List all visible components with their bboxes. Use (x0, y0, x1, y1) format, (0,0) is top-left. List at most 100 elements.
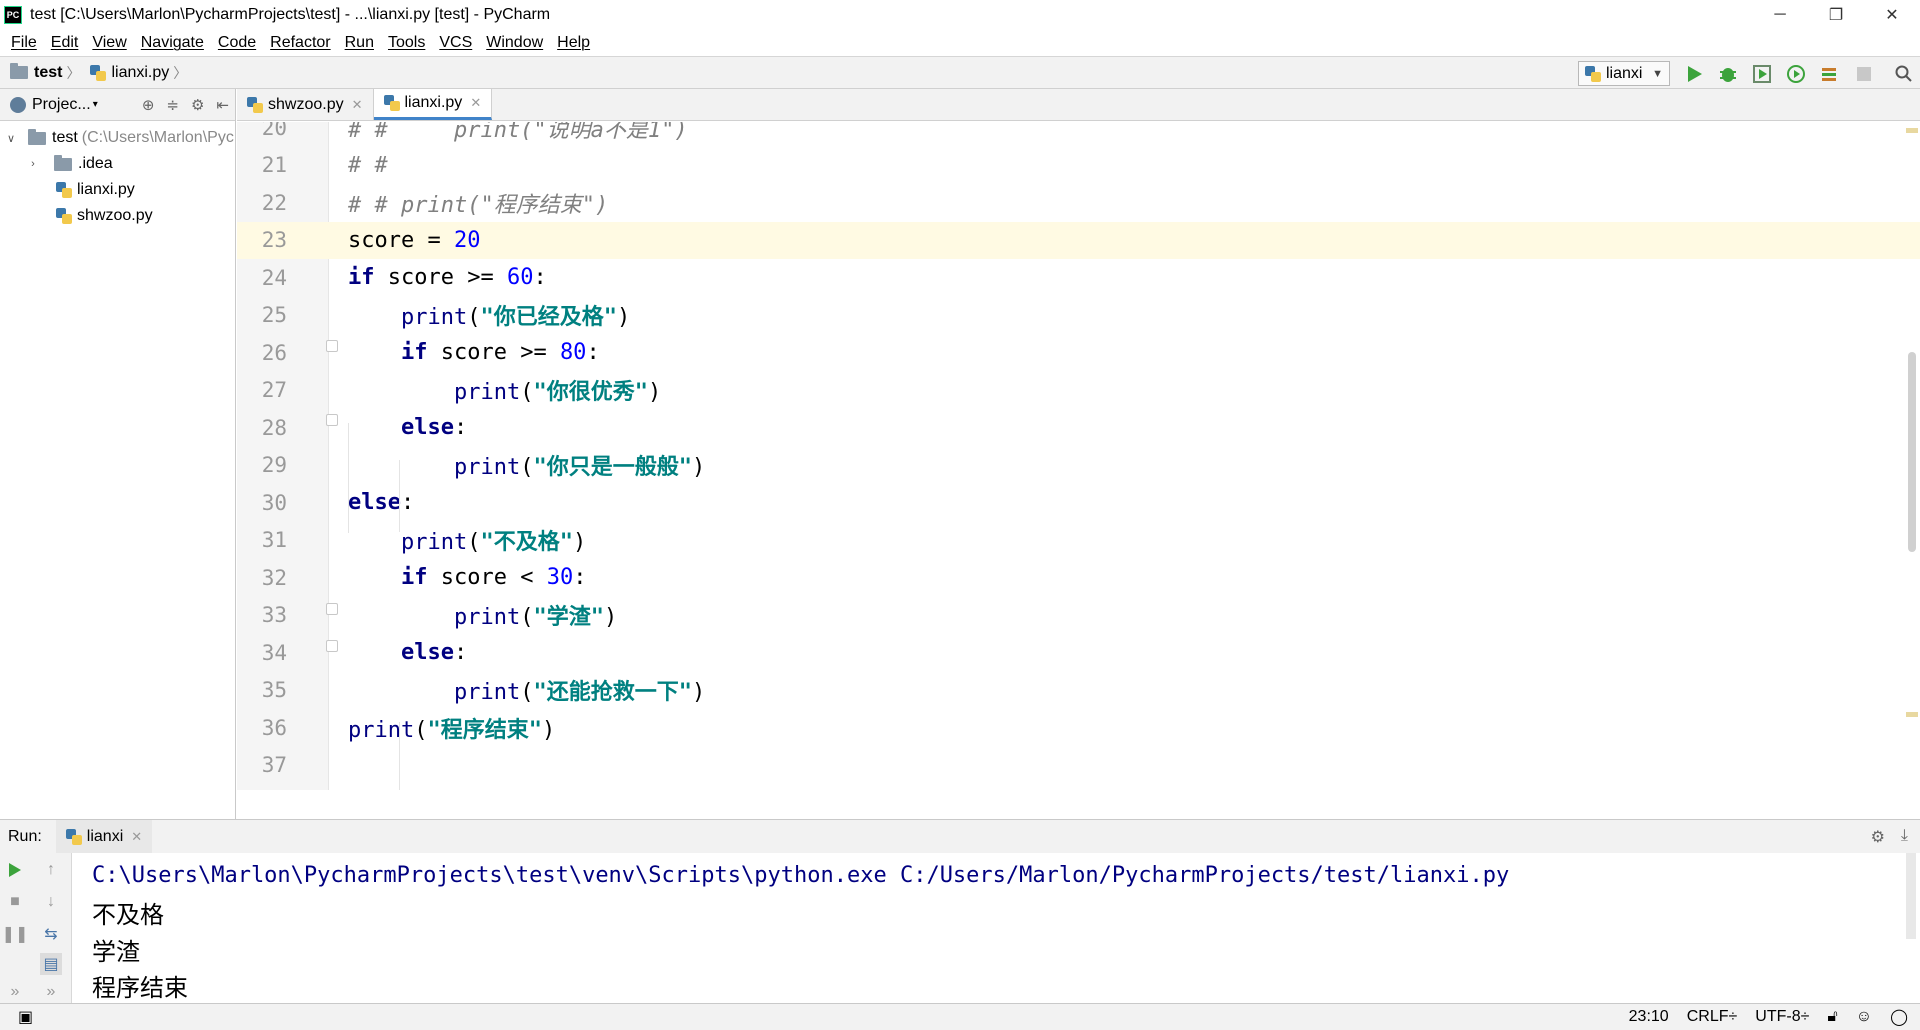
code-line[interactable]: 20 # # print("说明a不是1") (237, 122, 1920, 147)
line-number[interactable]: 36 (237, 716, 293, 740)
code-line[interactable]: 24 if score >= 60: (237, 259, 1920, 297)
line-number[interactable]: 30 (237, 491, 293, 515)
code-line[interactable]: 31 print("不及格") (237, 522, 1920, 560)
menu-edit[interactable]: Edit (44, 34, 86, 52)
fold-marker-icon[interactable] (326, 640, 338, 652)
fold-marker-icon[interactable] (326, 414, 338, 426)
menu-view[interactable]: View (85, 34, 133, 52)
line-number[interactable]: 26 (237, 341, 293, 365)
file-encoding[interactable]: UTF-8÷ (1755, 1008, 1809, 1026)
collapse-all-icon[interactable]: ≑ (166, 96, 179, 114)
line-number[interactable]: 23 (237, 228, 293, 252)
code-line[interactable]: 23 score = 20 (237, 221, 1920, 259)
line-number[interactable]: 32 (237, 566, 293, 590)
restore-button[interactable]: ❐ (1808, 0, 1864, 30)
editor-scrollbar[interactable] (1908, 352, 1916, 552)
menu-window[interactable]: Window (479, 34, 550, 52)
code-line[interactable]: 30 else: (237, 484, 1920, 522)
code-line[interactable]: 26 if score >= 80: (237, 334, 1920, 372)
concurrency-diagram-button[interactable] (1819, 63, 1841, 85)
code-line[interactable]: 35 print("还能抢救一下") (237, 672, 1920, 710)
tree-item-idea[interactable]: › .idea (0, 151, 235, 177)
console-scrollbar[interactable] (1906, 853, 1916, 939)
menu-vcs[interactable]: VCS (432, 34, 479, 52)
run-with-coverage-button[interactable] (1751, 63, 1773, 85)
debug-button[interactable] (1717, 63, 1739, 85)
gear-icon[interactable]: ⚙ (1871, 827, 1885, 847)
line-number[interactable]: 21 (237, 153, 293, 177)
run-button[interactable] (1684, 63, 1706, 85)
line-separator[interactable]: CRLF÷ (1687, 1008, 1738, 1026)
locate-file-icon[interactable]: ⊕ (142, 96, 155, 114)
tab-lianxi[interactable]: lianxi.py ✕ (373, 89, 493, 120)
line-number[interactable]: 28 (237, 416, 293, 440)
code-line[interactable]: 28 else: (237, 409, 1920, 447)
breadcrumb-file[interactable]: lianxi.py 〉 (90, 63, 187, 83)
profile-button[interactable] (1785, 63, 1807, 85)
scroll-up-icon[interactable]: ↑ (40, 859, 62, 881)
scroll-down-icon[interactable]: ↓ (40, 891, 62, 913)
tree-item-shwzoo[interactable]: shwzoo.py (0, 203, 235, 229)
code-line[interactable]: 36 print("程序结束") (237, 709, 1920, 747)
pause-icon[interactable]: ❚❚ (2, 923, 29, 945)
line-number[interactable]: 22 (237, 191, 293, 215)
stop-icon[interactable]: ■ (4, 891, 26, 913)
expand-more-icon[interactable]: » (40, 981, 62, 1003)
soft-wrap-icon[interactable]: ⇆ (40, 923, 62, 945)
expanded-arrow-icon[interactable]: ∨ (4, 132, 18, 145)
fold-marker-icon[interactable] (326, 340, 338, 352)
close-window-button[interactable]: ✕ (1864, 0, 1920, 30)
line-number[interactable]: 27 (237, 378, 293, 402)
menu-file[interactable]: File (4, 34, 44, 52)
tree-item-lianxi[interactable]: lianxi.py (0, 177, 235, 203)
line-number[interactable]: 34 (237, 641, 293, 665)
code-line[interactable]: 27 print("你很优秀") (237, 372, 1920, 410)
analysis-marker[interactable] (1906, 128, 1918, 133)
close-tab-icon[interactable]: ✕ (131, 829, 142, 845)
caret-position[interactable]: 23:10 (1629, 1008, 1669, 1026)
code-line[interactable]: 33 print("学渣") (237, 597, 1920, 635)
rerun-button[interactable] (4, 859, 26, 881)
menu-code[interactable]: Code (211, 34, 263, 52)
line-number[interactable]: 24 (237, 266, 293, 290)
stop-button[interactable] (1853, 63, 1875, 85)
menu-help[interactable]: Help (550, 34, 597, 52)
menu-refactor[interactable]: Refactor (263, 34, 337, 52)
code-line[interactable]: 25 print("你已经及格") (237, 297, 1920, 335)
hide-panel-icon[interactable]: ⇤ (216, 96, 229, 114)
pin-tab-icon[interactable]: ▤ (40, 953, 62, 975)
line-number[interactable]: 37 (237, 753, 293, 777)
code-line[interactable]: 21 # # (237, 147, 1920, 185)
tool-windows-icon[interactable]: ▣ (18, 1007, 33, 1027)
code-line[interactable]: 32 if score < 30: (237, 559, 1920, 597)
project-view-select[interactable]: Projec... (32, 96, 91, 114)
menu-tools[interactable]: Tools (381, 34, 432, 52)
event-log-icon[interactable]: ◯ (1890, 1007, 1908, 1027)
line-number[interactable]: 20 (237, 122, 293, 140)
tab-shwzoo[interactable]: shwzoo.py ✕ (237, 89, 374, 120)
code-line[interactable]: 22 # # print("程序结束") (237, 184, 1920, 222)
analysis-marker[interactable] (1906, 712, 1918, 717)
menu-run[interactable]: Run (338, 34, 381, 52)
gear-icon[interactable]: ⚙ (191, 96, 204, 114)
code-editor[interactable]: 20 # # print("说明a不是1") 21 # # 22 # # print("程… (237, 122, 1920, 790)
run-tab-lianxi[interactable]: lianxi ✕ (55, 819, 153, 854)
code-line[interactable]: 34 else: (237, 634, 1920, 672)
minimize-button[interactable]: ─ (1752, 0, 1808, 30)
inspector-icon[interactable]: ☺︎ (1856, 1008, 1872, 1026)
run-configuration-select[interactable]: lianxi ▼ (1578, 61, 1670, 86)
lock-icon[interactable]: 🔓︎ (1827, 1008, 1837, 1026)
breadcrumb-project[interactable]: test 〉 (10, 63, 80, 83)
close-tab-icon[interactable]: ✕ (352, 97, 363, 113)
tree-item-test[interactable]: ∨ test (C:\Users\Marlon\Pyc (0, 125, 235, 151)
menu-navigate[interactable]: Navigate (134, 34, 211, 52)
line-number[interactable]: 25 (237, 303, 293, 327)
hide-panel-icon[interactable]: ⤓ (1901, 827, 1908, 847)
line-number[interactable]: 31 (237, 528, 293, 552)
line-number[interactable]: 35 (237, 678, 293, 702)
run-console[interactable]: C:\Users\Marlon\PycharmProjects\test\ven… (72, 853, 1920, 1003)
fold-marker-icon[interactable] (326, 603, 338, 615)
collapsed-arrow-icon[interactable]: › (26, 158, 40, 170)
code-line[interactable]: 29 print("你只是一般般") (237, 447, 1920, 485)
line-number[interactable]: 29 (237, 453, 293, 477)
